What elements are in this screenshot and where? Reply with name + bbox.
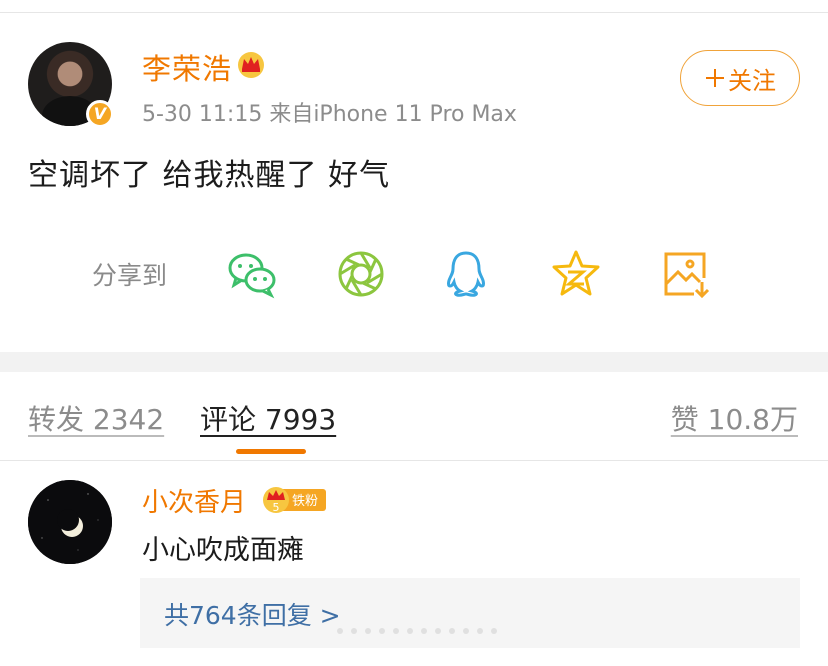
author-name[interactable]: 李荣浩	[142, 46, 232, 88]
iron-fan-badge: 5 铁粉	[263, 487, 326, 514]
comment-text: 小心吹成面瘫	[142, 535, 304, 566]
tabs-divider	[0, 460, 828, 461]
active-tab-indicator	[236, 449, 306, 454]
member-crown-icon[interactable]	[236, 50, 266, 78]
plus-icon	[706, 69, 724, 87]
tab-comments[interactable]: 评论 7993	[200, 398, 336, 438]
follow-button[interactable]: 关注	[680, 50, 800, 106]
verified-v-icon: V	[86, 100, 114, 128]
save-image-icon[interactable]	[660, 248, 712, 300]
svg-text:5: 5	[273, 501, 280, 514]
commenter-name[interactable]: 小次香月	[142, 482, 246, 519]
pager-dots	[337, 628, 497, 634]
commenter-avatar[interactable]	[28, 480, 112, 564]
top-divider	[0, 12, 828, 13]
svg-text:铁粉: 铁粉	[292, 494, 318, 509]
author-avatar[interactable]: V	[28, 42, 114, 128]
replies-box[interactable]: 共764条回复 >	[140, 578, 800, 648]
follow-label: 关注	[728, 66, 776, 95]
wechat-icon[interactable]	[226, 248, 278, 300]
qq-icon[interactable]	[440, 248, 492, 300]
post-meta: 5-30 11:15 来自iPhone 11 Pro Max	[142, 102, 517, 127]
view-replies-link[interactable]: 共764条回复 >	[164, 596, 341, 632]
share-label: 分享到	[92, 261, 168, 290]
section-gap	[0, 352, 828, 372]
tab-likes[interactable]: 赞 10.8万	[671, 398, 798, 438]
post-text: 空调坏了 给我热醒了 好气	[28, 158, 391, 193]
qzone-icon[interactable]	[550, 248, 602, 300]
moments-icon[interactable]	[335, 248, 387, 300]
tab-repost[interactable]: 转发 2342	[28, 398, 164, 438]
